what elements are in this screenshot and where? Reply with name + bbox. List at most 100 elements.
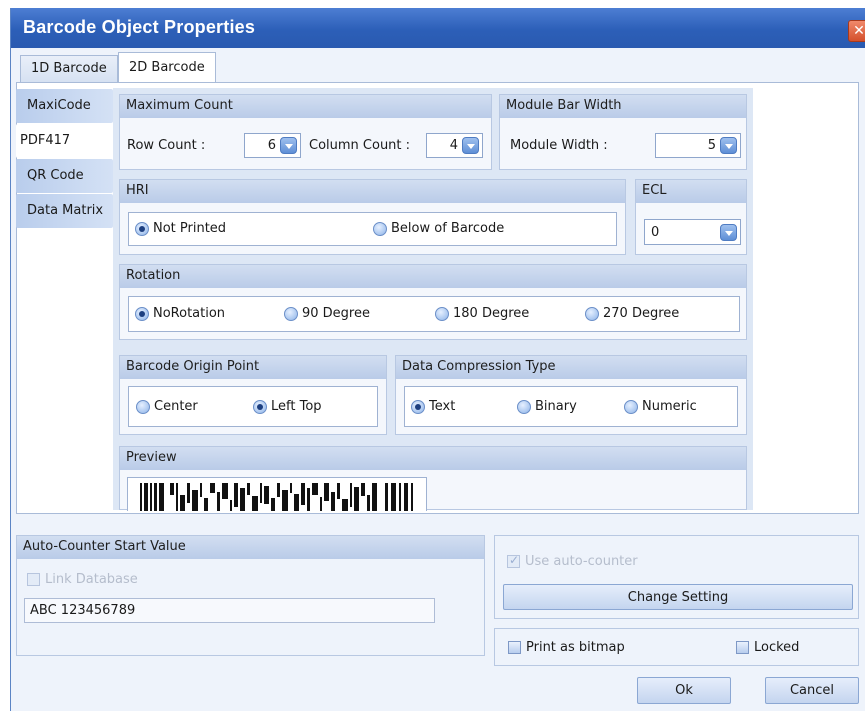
group-maximum-count: Maximum Count Row Count : 6 Column Count…	[119, 94, 492, 170]
close-button[interactable]: ✕	[848, 20, 865, 42]
checkbox-icon	[507, 553, 520, 568]
radio-label: NoRotation	[153, 306, 226, 321]
dialog-title: Barcode Object Properties	[23, 17, 256, 37]
checkbox-label: Locked	[754, 640, 800, 655]
change-setting-button[interactable]: Change Setting	[503, 584, 853, 610]
ecl-value: 0	[651, 225, 660, 240]
radio-label: Below of Barcode	[391, 221, 505, 236]
radio-below-of-barcode[interactable]: Below of Barcode	[373, 221, 504, 236]
radio-icon	[517, 399, 531, 414]
radio-not-printed[interactable]: Not Printed	[135, 221, 226, 236]
origin-options: Center Left Top	[128, 386, 378, 427]
column-count-spinner[interactable]: 4	[426, 133, 483, 158]
radio-text[interactable]: Text	[411, 399, 455, 414]
group-title: Barcode Origin Point	[120, 356, 386, 379]
radio-icon	[373, 221, 387, 236]
sidetab-qr-code[interactable]: QR Code	[16, 159, 113, 193]
group-title: Rotation	[120, 265, 746, 288]
ecl-dropdown[interactable]: 0	[644, 219, 741, 245]
radio-label: 270 Degree	[603, 306, 680, 321]
title-bar[interactable]: Barcode Object Properties ✕	[11, 8, 865, 48]
radio-label: Left Top	[271, 399, 322, 414]
radio-label: Numeric	[642, 399, 697, 414]
radio-icon	[136, 399, 150, 414]
group-rotation: Rotation NoRotation 90 Degree 180 Degree…	[119, 264, 747, 340]
checkbox-icon	[736, 641, 749, 654]
row-count-value: 6	[267, 138, 276, 153]
spin-down-icon[interactable]	[720, 137, 737, 154]
group-preview: Preview	[119, 446, 747, 511]
group-ecl: ECL 0	[635, 179, 747, 255]
radio-label: 90 Degree	[302, 306, 370, 321]
checkbox-icon	[27, 573, 40, 586]
link-database-checkbox[interactable]: Link Database	[27, 572, 138, 587]
module-width-spinner[interactable]: 5	[655, 133, 741, 158]
module-width-value: 5	[707, 138, 716, 153]
group-auto-counter: Auto-Counter Start Value Link Database A…	[16, 535, 485, 656]
checkbox-label: Use auto-counter	[525, 554, 638, 569]
group-title: HRI	[120, 180, 625, 203]
radio-left-top[interactable]: Left Top	[253, 399, 322, 414]
tab-2d-barcode[interactable]: 2D Barcode	[118, 52, 216, 83]
radio-label: Text	[429, 399, 456, 414]
cancel-button[interactable]: Cancel	[765, 677, 859, 704]
group-module-bar-width: Module Bar Width Module Width : 5	[499, 94, 747, 170]
group-title: Auto-Counter Start Value	[17, 536, 484, 559]
radio-270-degree[interactable]: 270 Degree	[585, 306, 679, 321]
radio-icon	[284, 306, 298, 321]
locked-checkbox[interactable]: Locked	[736, 640, 799, 655]
group-title: Module Bar Width	[500, 95, 746, 118]
checkbox-icon	[508, 641, 521, 654]
radio-binary[interactable]: Binary	[517, 399, 577, 414]
group-hri: HRI Not Printed Below of Barcode	[119, 179, 626, 255]
row-count-spinner[interactable]: 6	[244, 133, 301, 158]
group-title: Maximum Count	[120, 95, 491, 118]
group-title: Data Compression Type	[396, 356, 746, 379]
group-barcode-origin-point: Barcode Origin Point Center Left Top	[119, 355, 387, 435]
column-count-label: Column Count :	[309, 138, 411, 153]
radio-no-rotation[interactable]: NoRotation	[135, 306, 225, 321]
radio-icon	[435, 306, 449, 321]
checkbox-label: Link Database	[45, 572, 138, 587]
group-data-compression-type: Data Compression Type Text Binary Numeri…	[395, 355, 747, 435]
sidetab-data-matrix[interactable]: Data Matrix	[16, 194, 113, 228]
pdf417-barcode-image	[140, 483, 413, 511]
row-count-label: Row Count :	[127, 138, 206, 153]
spin-down-icon[interactable]	[280, 137, 297, 154]
sidetab-pdf417[interactable]: PDF417	[16, 124, 113, 158]
radio-180-degree[interactable]: 180 Degree	[435, 306, 529, 321]
ok-button[interactable]: Ok	[637, 677, 731, 704]
radio-label: Not Printed	[153, 221, 227, 236]
group-auto-counter-settings: Use auto-counter Change Setting	[494, 535, 859, 619]
radio-icon	[624, 399, 638, 414]
radio-90-degree[interactable]: 90 Degree	[284, 306, 370, 321]
barcode-preview	[127, 477, 427, 511]
tab-1d-barcode[interactable]: 1D Barcode	[20, 55, 118, 82]
radio-selected-icon	[411, 399, 425, 414]
module-width-label: Module Width :	[510, 138, 608, 153]
rotation-options: NoRotation 90 Degree 180 Degree 270 Degr…	[128, 296, 740, 332]
print-as-bitmap-checkbox[interactable]: Print as bitmap	[508, 640, 625, 655]
group-print-options: Print as bitmap Locked	[494, 628, 859, 666]
close-icon: ✕	[853, 23, 865, 39]
hri-options: Not Printed Below of Barcode	[128, 212, 617, 246]
use-auto-counter-checkbox[interactable]: Use auto-counter	[507, 553, 638, 569]
radio-selected-icon	[135, 306, 149, 321]
checkbox-label: Print as bitmap	[526, 640, 625, 655]
radio-selected-icon	[253, 399, 267, 414]
column-count-value: 4	[449, 138, 458, 153]
group-title: Preview	[120, 447, 746, 470]
radio-label: 180 Degree	[453, 306, 530, 321]
radio-icon	[585, 306, 599, 321]
spin-down-icon[interactable]	[462, 137, 479, 154]
start-value-input[interactable]: ABC 123456789	[24, 598, 435, 623]
sidetab-maxicode[interactable]: MaxiCode	[16, 89, 113, 123]
group-title: ECL	[636, 180, 746, 203]
radio-label: Binary	[535, 399, 577, 414]
radio-selected-icon	[135, 221, 149, 236]
radio-numeric[interactable]: Numeric	[624, 399, 697, 414]
dropdown-icon[interactable]	[720, 224, 737, 241]
radio-center[interactable]: Center	[136, 399, 198, 414]
radio-label: Center	[154, 399, 198, 414]
compression-options: Text Binary Numeric	[404, 386, 738, 427]
